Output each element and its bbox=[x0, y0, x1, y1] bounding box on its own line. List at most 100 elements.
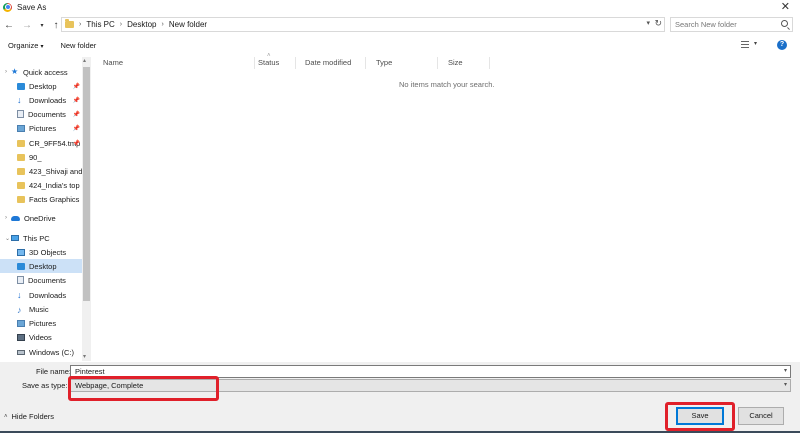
column-header-size[interactable]: Size bbox=[438, 57, 490, 69]
nav-item-3d-objects[interactable]: 3D Objects bbox=[0, 245, 82, 259]
folder-icon bbox=[17, 139, 25, 147]
nav-item-pictures-pinned[interactable]: Pictures 📌 bbox=[0, 121, 82, 135]
nav-item-label: Facts Graphics bbox=[29, 194, 80, 204]
address-dropdown-icon[interactable]: ▾ bbox=[646, 19, 650, 27]
videos-icon bbox=[17, 333, 25, 341]
expand-caret-icon[interactable]: › bbox=[5, 215, 7, 221]
nav-item-label: OneDrive bbox=[24, 213, 56, 223]
nav-item-424-india[interactable]: 424_India's top E bbox=[0, 178, 82, 192]
breadcrumb-new-folder[interactable]: New folder bbox=[169, 20, 207, 29]
downloads-icon: ↓ bbox=[17, 94, 22, 105]
command-bar: Organize ▾ New folder ▾ ? bbox=[0, 37, 800, 54]
nav-item-music[interactable]: ♪ Music bbox=[0, 302, 82, 316]
expand-caret-icon[interactable]: › bbox=[5, 69, 7, 75]
pictures-icon bbox=[17, 124, 25, 132]
nav-item-windows-c[interactable]: Windows (C:) bbox=[0, 345, 82, 359]
organize-menu[interactable]: Organize ▾ bbox=[8, 41, 43, 50]
scroll-down-icon[interactable]: ▾ bbox=[83, 353, 86, 360]
expand-caret-icon[interactable]: ⌄ bbox=[5, 235, 10, 242]
breadcrumb-this-pc[interactable]: This PC bbox=[86, 20, 114, 29]
nav-item-label: Documents bbox=[28, 275, 66, 285]
chevron-right-icon[interactable]: › bbox=[79, 21, 81, 28]
onedrive-icon bbox=[11, 215, 20, 221]
nav-item-desktop[interactable]: Desktop bbox=[0, 259, 82, 273]
column-header-type[interactable]: Type bbox=[366, 57, 438, 69]
nav-item-label: 90_ bbox=[29, 152, 42, 162]
desktop-icon bbox=[17, 262, 25, 270]
pin-icon: 📌 bbox=[72, 125, 80, 132]
hide-folders-label: Hide Folders bbox=[11, 412, 55, 421]
nav-item-facts-graphics[interactable]: Facts Graphics bbox=[0, 192, 82, 206]
column-header-name[interactable]: Name bbox=[93, 57, 255, 69]
chevron-right-icon[interactable]: › bbox=[120, 21, 122, 28]
nav-item-label: Desktop bbox=[29, 81, 57, 91]
nav-item-downloads[interactable]: ↓ Downloads bbox=[0, 288, 82, 302]
nav-item-cr-tmp[interactable]: CR_9FF54.tmp 📌 bbox=[0, 136, 82, 150]
folder-icon bbox=[17, 181, 25, 189]
nav-item-this-pc[interactable]: ⌄ This PC bbox=[0, 231, 82, 245]
scroll-up-icon[interactable]: ▴ bbox=[83, 57, 86, 64]
back-arrow-icon[interactable]: ← bbox=[3, 18, 15, 32]
search-placeholder: Search New folder bbox=[675, 20, 737, 29]
cancel-button[interactable]: Cancel bbox=[738, 407, 784, 425]
recent-locations-chevron-icon[interactable]: ▾ bbox=[38, 18, 46, 32]
save-form: File name: Pinterest ▾ Save as type: Web… bbox=[0, 362, 800, 433]
this-pc-icon bbox=[11, 235, 19, 241]
nav-item-label: Windows (C:) bbox=[29, 347, 75, 357]
refresh-icon[interactable]: ↻ bbox=[654, 18, 662, 29]
nav-item-videos[interactable]: Videos bbox=[0, 330, 82, 344]
chevron-down-icon[interactable]: ▾ bbox=[784, 380, 787, 391]
nav-item-90[interactable]: 90_ bbox=[0, 150, 82, 164]
chrome-icon bbox=[3, 2, 12, 12]
new-folder-button[interactable]: New folder bbox=[60, 41, 96, 50]
nav-item-label: Quick access bbox=[23, 67, 68, 77]
address-row: ← → ▾ ↑ › This PC › Desktop › New folder… bbox=[0, 16, 800, 34]
nav-item-desktop-pinned[interactable]: Desktop 📌 bbox=[0, 79, 82, 93]
file-list[interactable]: ˄ Name Status Date modified Type Size No… bbox=[93, 53, 800, 361]
hide-folders-toggle[interactable]: ˄ Hide Folders bbox=[4, 412, 54, 421]
column-header-status[interactable]: Status bbox=[248, 57, 296, 69]
nav-item-documents[interactable]: Documents bbox=[0, 273, 82, 287]
nav-item-onedrive[interactable]: › OneDrive bbox=[0, 211, 82, 225]
chevron-down-icon[interactable]: ▾ bbox=[754, 40, 757, 47]
nav-item-quick-access[interactable]: › ★ Quick access bbox=[0, 65, 82, 79]
help-icon[interactable]: ? bbox=[777, 40, 787, 50]
column-header-date-modified[interactable]: Date modified bbox=[295, 57, 366, 69]
pin-icon: 📌 bbox=[72, 140, 80, 147]
nav-item-label: Videos bbox=[29, 332, 52, 342]
folder-icon bbox=[17, 167, 25, 175]
search-icon bbox=[781, 20, 788, 27]
music-icon: ♪ bbox=[17, 304, 22, 315]
file-name-value: Pinterest bbox=[75, 367, 105, 376]
chevron-down-icon[interactable]: ▾ bbox=[784, 366, 787, 377]
nav-item-label: 423_Shivaji and A bbox=[29, 166, 82, 176]
forward-arrow-icon[interactable]: → bbox=[21, 18, 33, 32]
nav-item-downloads-pinned[interactable]: ↓ Downloads 📌 bbox=[0, 93, 82, 107]
pictures-icon bbox=[17, 319, 25, 327]
folder-icon bbox=[65, 19, 74, 28]
highlight-box-save-button bbox=[665, 402, 735, 431]
nav-item-label: This PC bbox=[23, 233, 50, 243]
nav-item-label: 424_India's top E bbox=[29, 180, 82, 190]
save-as-type-label: Save as type: bbox=[22, 381, 68, 390]
documents-icon bbox=[17, 276, 24, 284]
nav-pane-scrollbar[interactable]: ▴ ▾ bbox=[82, 57, 91, 361]
nav-item-label: Downloads bbox=[29, 95, 67, 105]
search-input[interactable]: Search New folder bbox=[670, 17, 793, 32]
nav-item-pictures[interactable]: Pictures bbox=[0, 316, 82, 330]
breadcrumb-desktop[interactable]: Desktop bbox=[127, 20, 156, 29]
close-icon[interactable]: ✕ bbox=[781, 0, 790, 14]
pin-icon: 📌 bbox=[72, 97, 80, 104]
nav-item-label: Documents bbox=[28, 109, 66, 119]
nav-item-label: Downloads bbox=[29, 290, 67, 300]
nav-item-423-shivaji[interactable]: 423_Shivaji and A bbox=[0, 164, 82, 178]
scrollbar-thumb[interactable] bbox=[83, 67, 90, 301]
navigation-pane: › ★ Quick access Desktop 📌 ↓ Downloads 📌… bbox=[0, 57, 92, 361]
organize-label: Organize bbox=[8, 41, 39, 50]
view-options-icon[interactable] bbox=[741, 41, 749, 48]
address-bar[interactable]: › This PC › Desktop › New folder ▾ ↻ bbox=[61, 17, 665, 32]
nav-item-documents-pinned[interactable]: Documents 📌 bbox=[0, 107, 82, 121]
nav-item-label: 3D Objects bbox=[29, 247, 67, 257]
chevron-right-icon[interactable]: › bbox=[162, 21, 164, 28]
folder-icon bbox=[17, 195, 25, 203]
